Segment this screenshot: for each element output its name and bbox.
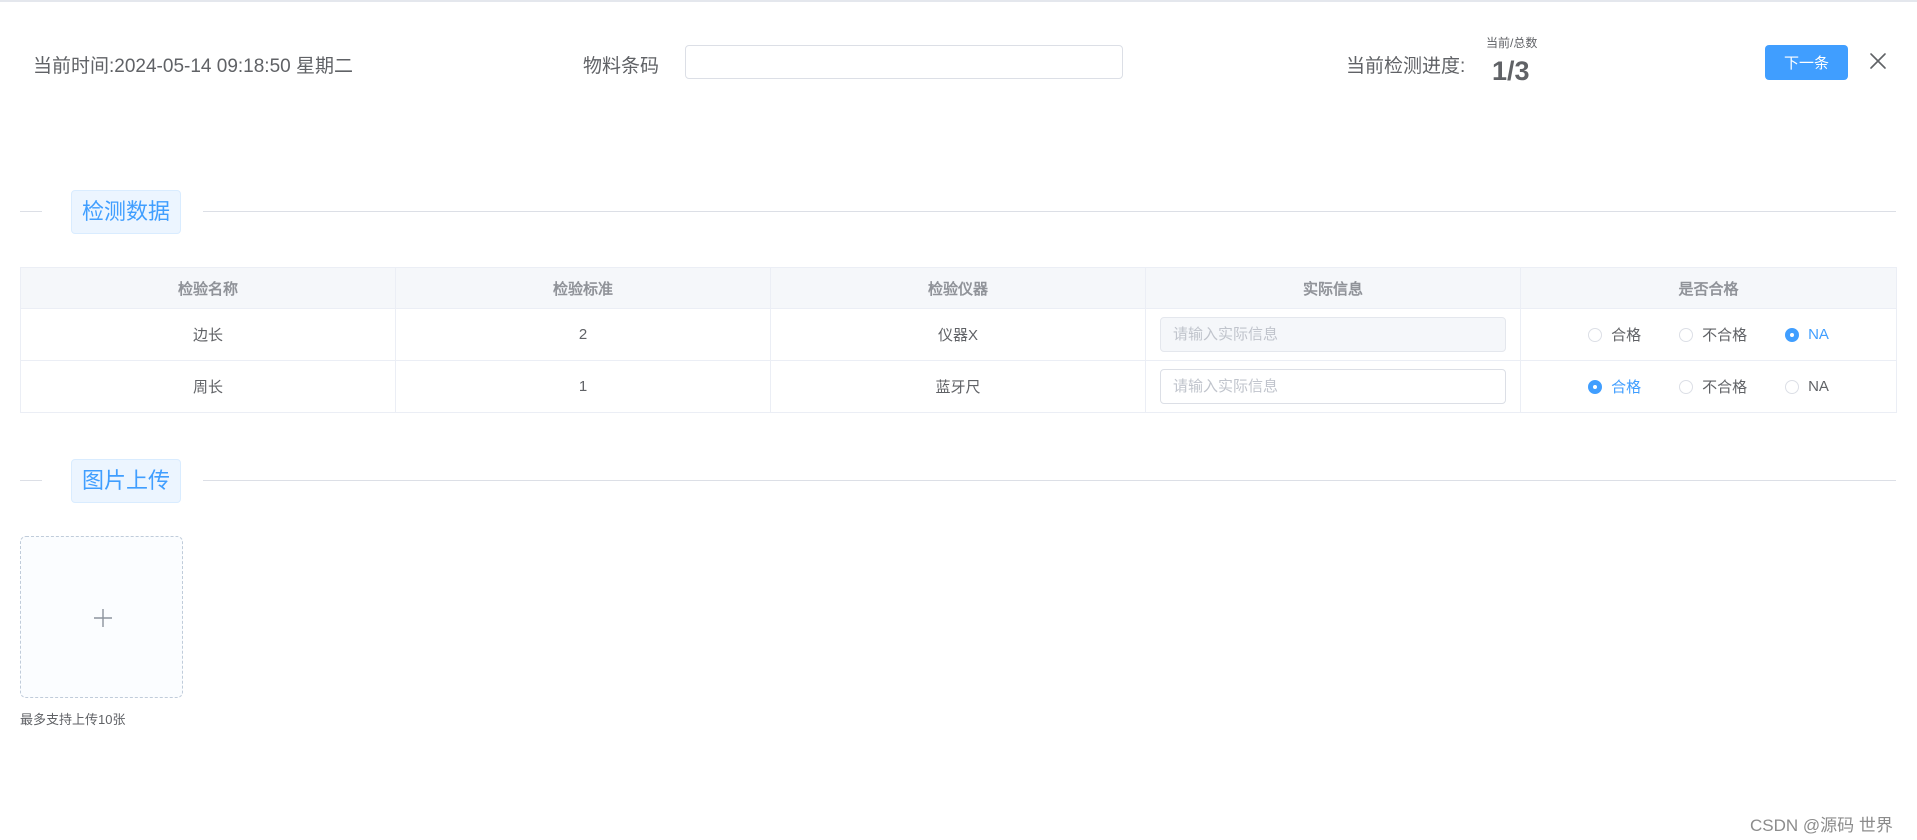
cell-actual [1145, 308, 1521, 361]
divider-line [203, 480, 1896, 481]
progress-caption: 当前/总数 [1486, 36, 1538, 50]
radio-label: 不合格 [1702, 379, 1748, 396]
table-header-row: 检验名称 检验标准 检验仪器 实际信息 是否合格 [20, 267, 1897, 309]
table-row: 周长 1 蓝牙尺 合格 不合格 NA [20, 360, 1897, 413]
column-header-pass: 是否合格 [1520, 267, 1897, 309]
cell-actual [1145, 360, 1521, 413]
current-time: 当前时间:2024-05-14 09:18:50 星期二 [33, 56, 353, 77]
cell-pass: 合格 不合格 NA [1520, 308, 1897, 361]
pass-radio-group: 合格 不合格 NA [1522, 376, 1896, 397]
image-upload-box[interactable] [20, 536, 183, 698]
radio-na[interactable]: NA [1785, 326, 1829, 343]
next-button[interactable]: 下一条 [1765, 45, 1848, 80]
header-bar: 当前时间:2024-05-14 09:18:50 星期二 物料条码 当前检测进度… [0, 0, 1917, 130]
section-title-upload: 图片上传 [71, 459, 182, 503]
cell-pass: 合格 不合格 NA [1520, 360, 1897, 413]
section-header-upload: 图片上传 [20, 459, 1896, 503]
pass-radio-group: 合格 不合格 NA [1522, 324, 1896, 345]
table-row: 边长 2 仪器X 合格 不合格 NA [20, 308, 1897, 361]
progress-value: 1/3 [1492, 56, 1530, 86]
cell-standard: 1 [395, 360, 771, 413]
radio-dot [1785, 379, 1800, 394]
watermark: CSDN @源码 世界 [1750, 816, 1893, 835]
column-header-actual: 实际信息 [1145, 267, 1521, 309]
radio-fail[interactable]: 不合格 [1679, 376, 1747, 397]
radio-dot [1679, 327, 1694, 342]
radio-dot [1785, 327, 1800, 342]
radio-label: NA [1808, 326, 1829, 343]
close-icon[interactable] [1868, 51, 1888, 71]
radio-dot [1588, 327, 1603, 342]
radio-dot [1679, 379, 1694, 394]
inspection-table: 检验名称 检验标准 检验仪器 实际信息 是否合格 边长 2 仪器X 合格 不合格… [20, 267, 1897, 413]
divider-line [20, 211, 42, 212]
radio-label: NA [1808, 378, 1829, 395]
cell-instrument: 蓝牙尺 [770, 360, 1146, 413]
divider-line [20, 480, 42, 481]
radio-na[interactable]: NA [1785, 378, 1829, 395]
radio-pass[interactable]: 合格 [1588, 324, 1641, 345]
column-header-name: 检验名称 [20, 267, 396, 309]
actual-info-input[interactable] [1160, 369, 1506, 404]
radio-dot [1588, 379, 1603, 394]
cell-standard: 2 [395, 308, 771, 361]
actual-info-input[interactable] [1160, 317, 1506, 352]
cell-name: 周长 [20, 360, 396, 413]
progress-label: 当前检测进度: [1346, 56, 1466, 77]
barcode-label: 物料条码 [583, 56, 660, 77]
radio-label: 合格 [1611, 327, 1642, 344]
radio-label: 合格 [1611, 379, 1642, 396]
radio-fail[interactable]: 不合格 [1679, 324, 1747, 345]
cell-instrument: 仪器X [770, 308, 1146, 361]
radio-pass[interactable]: 合格 [1588, 376, 1641, 397]
section-title-data: 检测数据 [71, 190, 182, 234]
upload-tip: 最多支持上传10张 [20, 712, 126, 727]
radio-label: 不合格 [1702, 327, 1748, 344]
cell-name: 边长 [20, 308, 396, 361]
barcode-input[interactable] [685, 45, 1123, 79]
section-header-data: 检测数据 [20, 190, 1896, 234]
column-header-instrument: 检验仪器 [770, 267, 1146, 309]
divider-line [203, 211, 1896, 212]
plus-icon [94, 609, 112, 627]
column-header-standard: 检验标准 [395, 267, 771, 309]
